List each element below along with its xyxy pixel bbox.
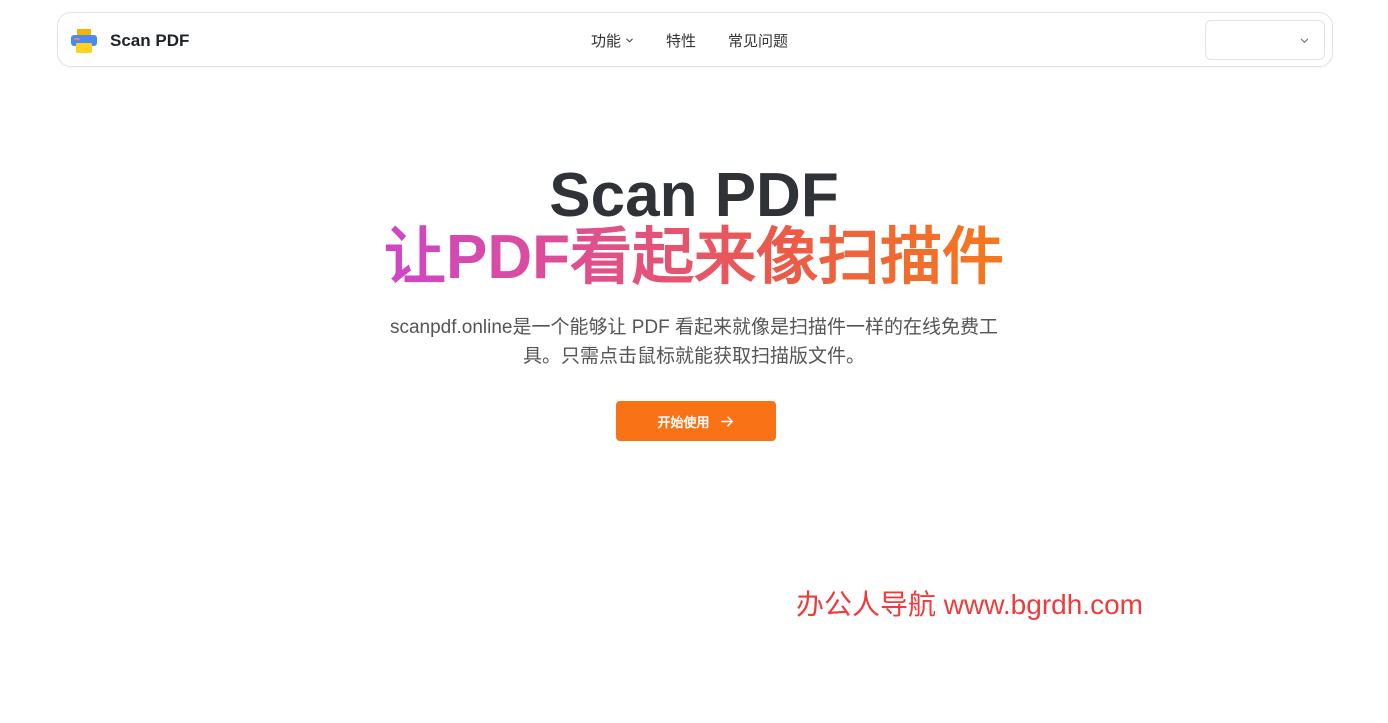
hero-subtitle-wrapper: 让PDF看起来像扫描件 [0, 220, 1388, 296]
arrow-right-icon [720, 416, 733, 426]
language-select[interactable] [1205, 20, 1325, 60]
get-started-label: 开始使用 [657, 414, 710, 430]
get-started-button[interactable]: 开始使用 [616, 401, 776, 441]
main-nav: 功能 特性 常见问题 [591, 13, 820, 68]
chevron-down-icon [626, 38, 633, 43]
nav-characteristics-label: 特性 [666, 33, 697, 50]
watermark-text: 办公人导航 www.bgrdh.com [796, 589, 1143, 620]
brand-name: Scan PDF [110, 31, 190, 50]
nav-faq[interactable]: 常见问题 [728, 30, 788, 51]
nav-faq-label: 常见问题 [728, 33, 789, 50]
nav-characteristics[interactable]: 特性 [666, 30, 696, 51]
top-navbar: Scan PDF 功能 特性 常见问题 [57, 12, 1333, 67]
brand-link[interactable]: Scan PDF [70, 27, 189, 55]
printer-logo-icon [70, 27, 98, 55]
nav-features-label: 功能 [591, 33, 622, 50]
chevron-down-icon [1300, 38, 1309, 43]
hero-subtitle: 让PDF看起来像扫描件 [383, 223, 1004, 292]
nav-features-dropdown[interactable]: 功能 [591, 30, 634, 51]
hero-description: scanpdf.online是一个能够让 PDF 看起来就像是扫描件一样的在线免… [389, 317, 999, 367]
